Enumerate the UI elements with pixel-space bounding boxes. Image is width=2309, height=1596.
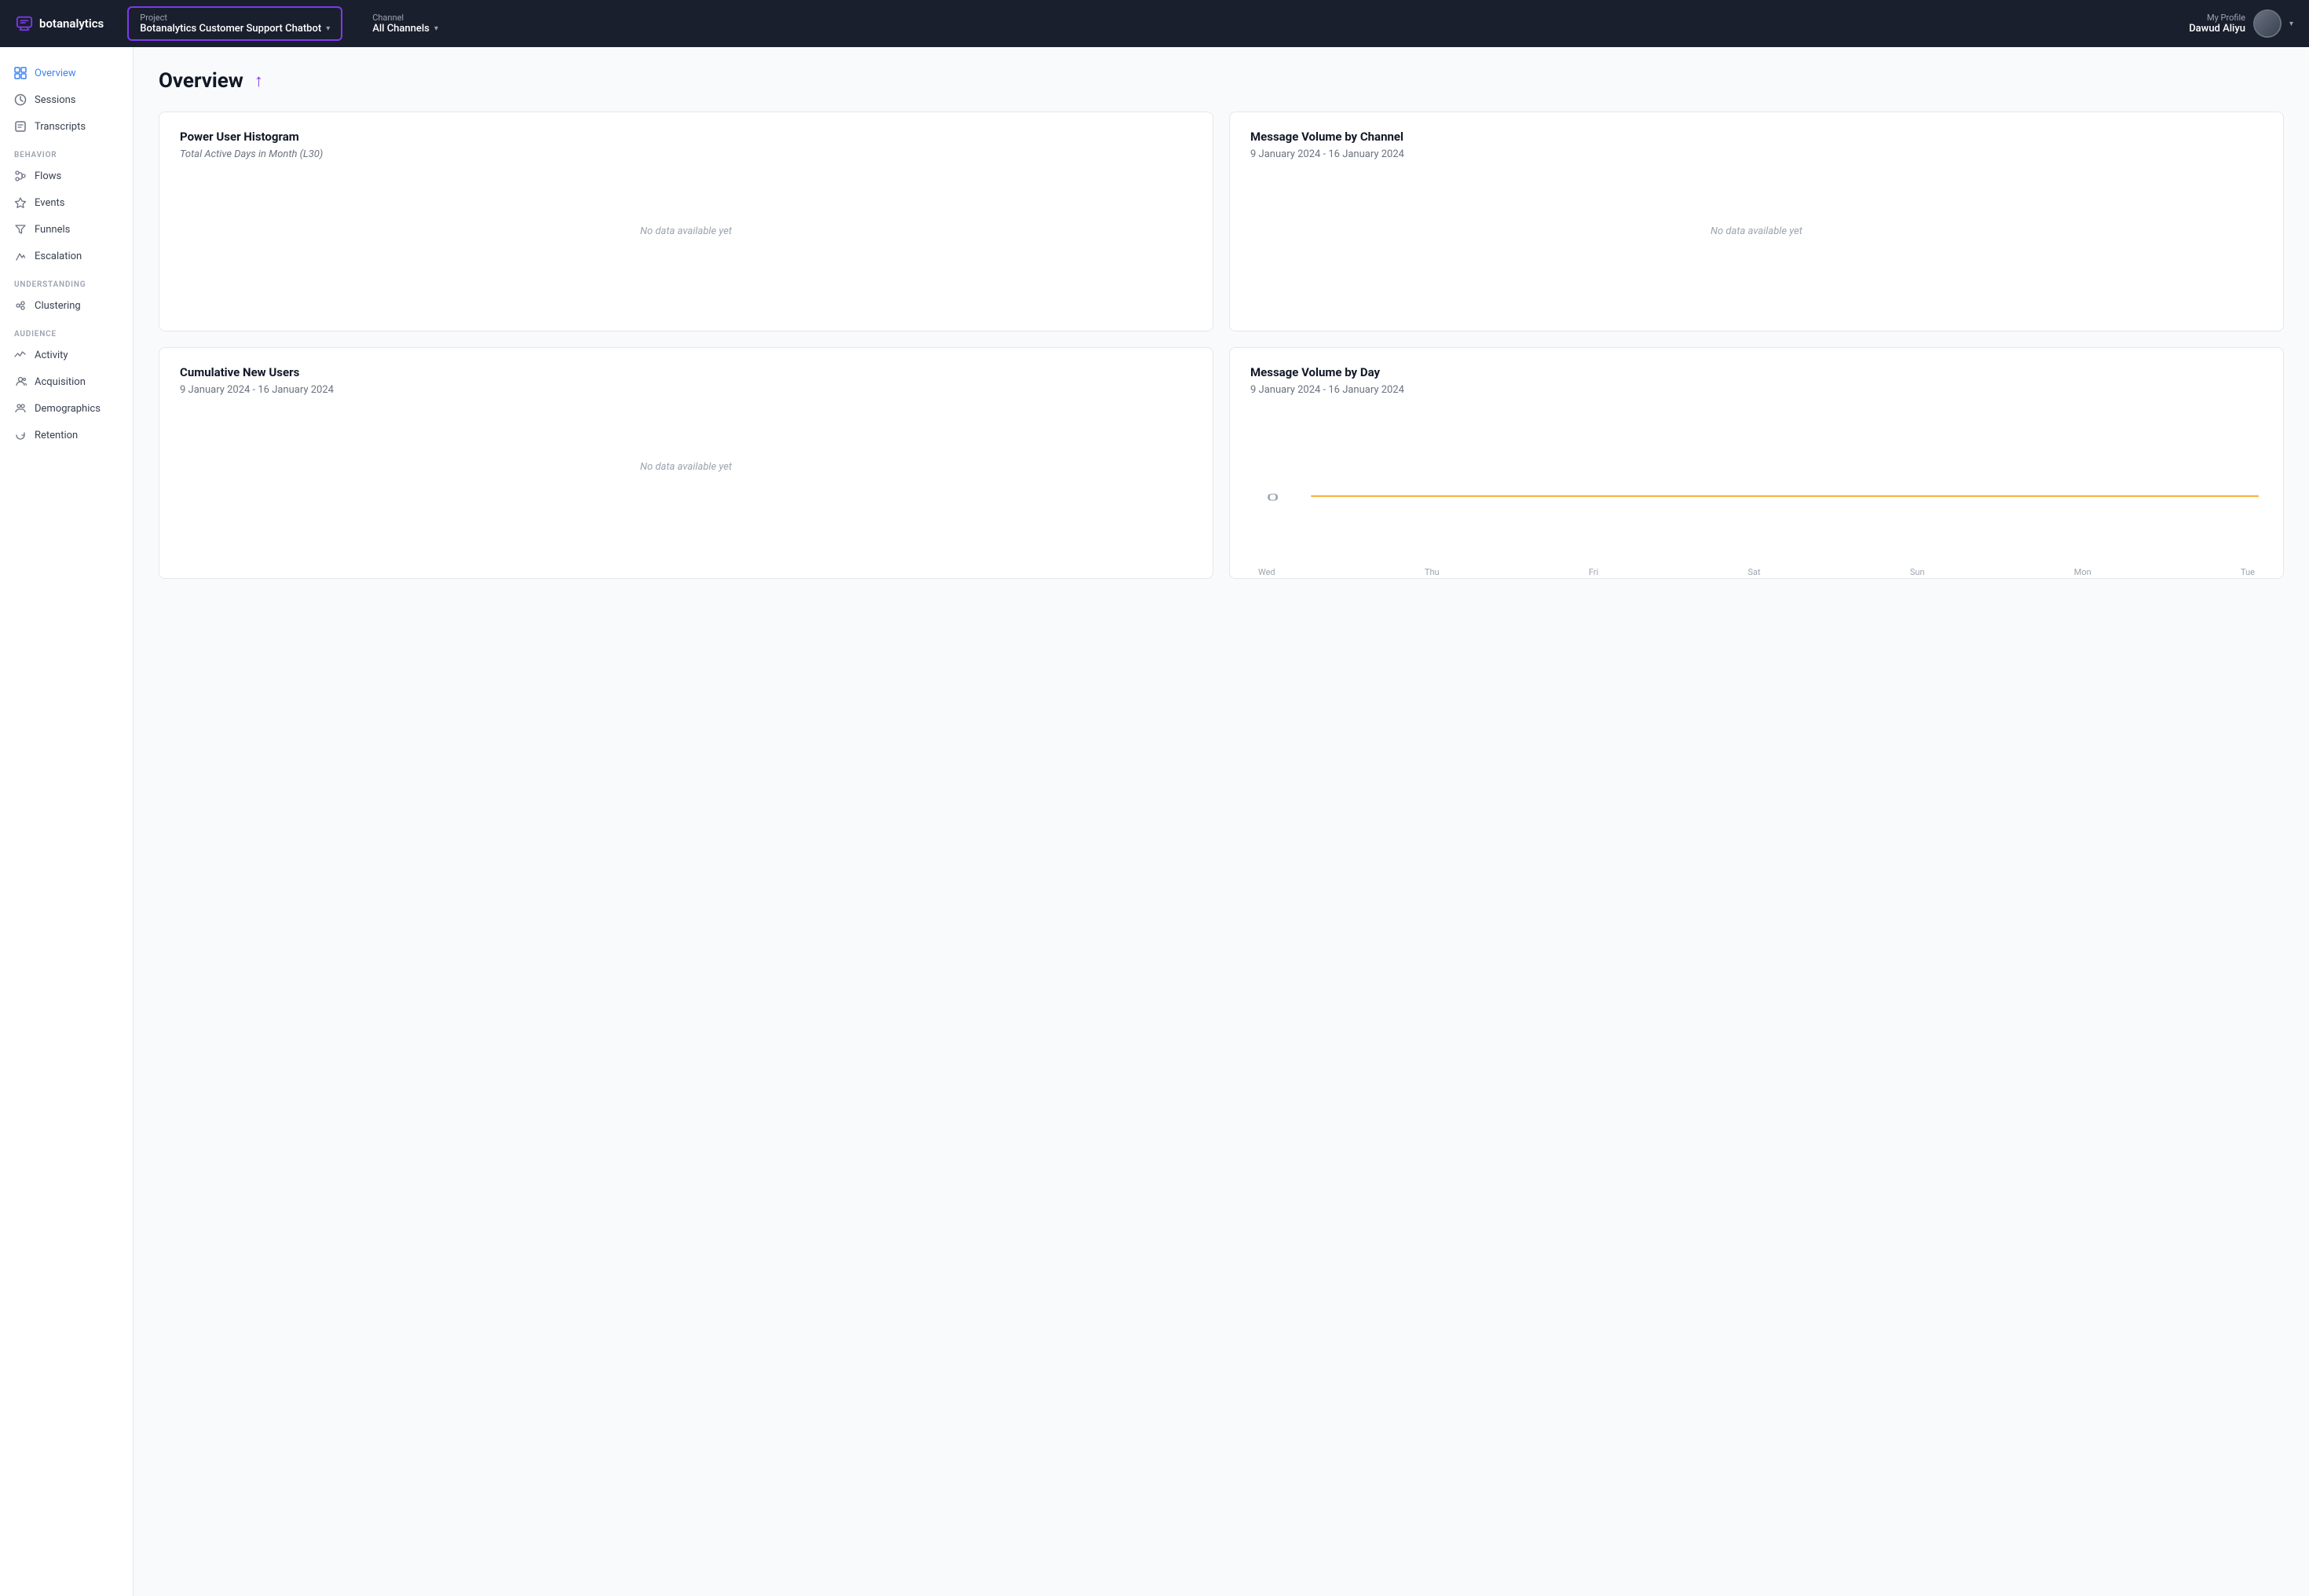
sidebar-item-events[interactable]: Events (0, 189, 133, 216)
sidebar: Overview Sessions Transcripts BEHAVIOR F… (0, 47, 134, 1596)
funnels-icon (14, 223, 27, 236)
sidebar-transcripts-label: Transcripts (35, 121, 86, 133)
understanding-section-label: UNDERSTANDING (0, 269, 133, 292)
no-data-message-channel: No data available yet (1250, 160, 2263, 302)
sidebar-item-acquisition[interactable]: Acquisition (0, 368, 133, 395)
sidebar-item-clustering[interactable]: Clustering (0, 292, 133, 319)
clustering-icon (14, 299, 27, 312)
card-cumulative-users: Cumulative New Users 9 January 2024 - 16… (159, 347, 1213, 579)
card-power-user-histogram: Power User Histogram Total Active Days i… (159, 112, 1213, 331)
channel-label: Channel (372, 13, 438, 23)
card-message-volume-day: Message Volume by Day 9 January 2024 - 1… (1229, 347, 2284, 579)
chart-x-labels: Wed Thu Fri Sat Sun Mon Tue (1250, 567, 2263, 577)
sidebar-demographics-label: Demographics (35, 403, 101, 415)
project-value: Botanalytics Customer Support Chatbot ▾ (140, 23, 330, 35)
x-label-sat: Sat (1747, 567, 1760, 577)
activity-icon (14, 349, 27, 361)
x-label-tue: Tue (2241, 567, 2255, 577)
chart-svg: 0 (1250, 404, 2263, 561)
sidebar-item-escalation[interactable]: Escalation (0, 243, 133, 269)
x-label-thu: Thu (1425, 567, 1440, 577)
flows-icon (14, 170, 27, 182)
main-content: Overview ↑ Power User Histogram Total Ac… (134, 47, 2309, 1596)
sidebar-events-label: Events (35, 197, 64, 209)
logo-text: botanalytics (39, 16, 104, 31)
sidebar-funnels-label: Funnels (35, 224, 70, 236)
logo: botanalytics (16, 15, 104, 32)
sidebar-item-demographics[interactable]: Demographics (0, 395, 133, 422)
demographics-icon (14, 402, 27, 415)
card-message-volume-channel: Message Volume by Channel 9 January 2024… (1229, 112, 2284, 331)
card-title-message-day: Message Volume by Day (1250, 365, 2263, 379)
arrow-up-icon: ↑ (254, 71, 263, 91)
sidebar-item-activity[interactable]: Activity (0, 342, 133, 368)
profile-chevron-icon: ▾ (2289, 20, 2293, 28)
cards-grid: Power User Histogram Total Active Days i… (159, 112, 2284, 579)
page-title: Overview (159, 69, 243, 93)
sidebar-item-sessions[interactable]: Sessions (0, 86, 133, 113)
main-layout: Overview Sessions Transcripts BEHAVIOR F… (0, 47, 2309, 1596)
chart-zero-label: 0 (1267, 492, 1279, 503)
sidebar-item-transcripts[interactable]: Transcripts (0, 113, 133, 140)
transcripts-icon (14, 120, 27, 133)
profile-label: My Profile (2189, 13, 2245, 23)
events-icon (14, 196, 27, 209)
x-label-wed: Wed (1258, 567, 1275, 577)
card-title-power-user: Power User Histogram (180, 130, 1192, 144)
page-header: Overview ↑ (159, 69, 2284, 93)
card-date-message-day: 9 January 2024 - 16 January 2024 (1250, 384, 2263, 396)
escalation-icon (14, 250, 27, 262)
sidebar-activity-label: Activity (35, 350, 68, 361)
channel-value: All Channels ▾ (372, 23, 438, 35)
topnav: botanalytics Project Botanalytics Custom… (0, 0, 2309, 47)
sidebar-flows-label: Flows (35, 170, 61, 182)
project-selector[interactable]: Project Botanalytics Customer Support Ch… (127, 6, 342, 41)
card-subtitle-power-user: Total Active Days in Month (L30) (180, 148, 1192, 160)
sidebar-item-funnels[interactable]: Funnels (0, 216, 133, 243)
profile-section[interactable]: My Profile Dawud Aliyu ▾ (2189, 9, 2293, 38)
sidebar-escalation-label: Escalation (35, 251, 82, 262)
sidebar-acquisition-label: Acquisition (35, 376, 86, 388)
channel-selector[interactable]: Channel All Channels ▾ (361, 8, 449, 39)
sidebar-sessions-label: Sessions (35, 94, 76, 106)
retention-icon (14, 429, 27, 441)
x-label-sun: Sun (1910, 567, 1925, 577)
behavior-section-label: BEHAVIOR (0, 140, 133, 163)
no-data-cumulative: No data available yet (180, 396, 1192, 537)
sidebar-item-overview[interactable]: Overview (0, 60, 133, 86)
overview-icon (14, 67, 27, 79)
profile-text: My Profile Dawud Aliyu (2189, 13, 2245, 35)
avatar-image (2255, 11, 2280, 36)
logo-icon (16, 15, 33, 32)
chart-area-message-day: 0 Wed Thu Fri Sat Sun Mon Tue (1250, 404, 2263, 561)
channel-chevron-icon: ▾ (434, 24, 438, 33)
card-date-cumulative: 9 January 2024 - 16 January 2024 (180, 384, 1192, 396)
project-label: Project (140, 13, 330, 23)
x-label-mon: Mon (2074, 567, 2091, 577)
sidebar-retention-label: Retention (35, 430, 78, 441)
no-data-power-user: No data available yet (180, 160, 1192, 302)
sidebar-clustering-label: Clustering (35, 300, 81, 312)
sidebar-item-flows[interactable]: Flows (0, 163, 133, 189)
card-title-message-channel: Message Volume by Channel (1250, 130, 2263, 144)
avatar (2253, 9, 2282, 38)
card-date-message-channel: 9 January 2024 - 16 January 2024 (1250, 148, 2263, 160)
audience-section-label: AUDIENCE (0, 319, 133, 342)
sidebar-overview-label: Overview (35, 68, 76, 79)
profile-name: Dawud Aliyu (2189, 23, 2245, 35)
sessions-icon (14, 93, 27, 106)
card-title-cumulative: Cumulative New Users (180, 365, 1192, 379)
acquisition-icon (14, 375, 27, 388)
project-chevron-icon: ▾ (326, 24, 330, 33)
sidebar-item-retention[interactable]: Retention (0, 422, 133, 448)
x-label-fri: Fri (1589, 567, 1598, 577)
